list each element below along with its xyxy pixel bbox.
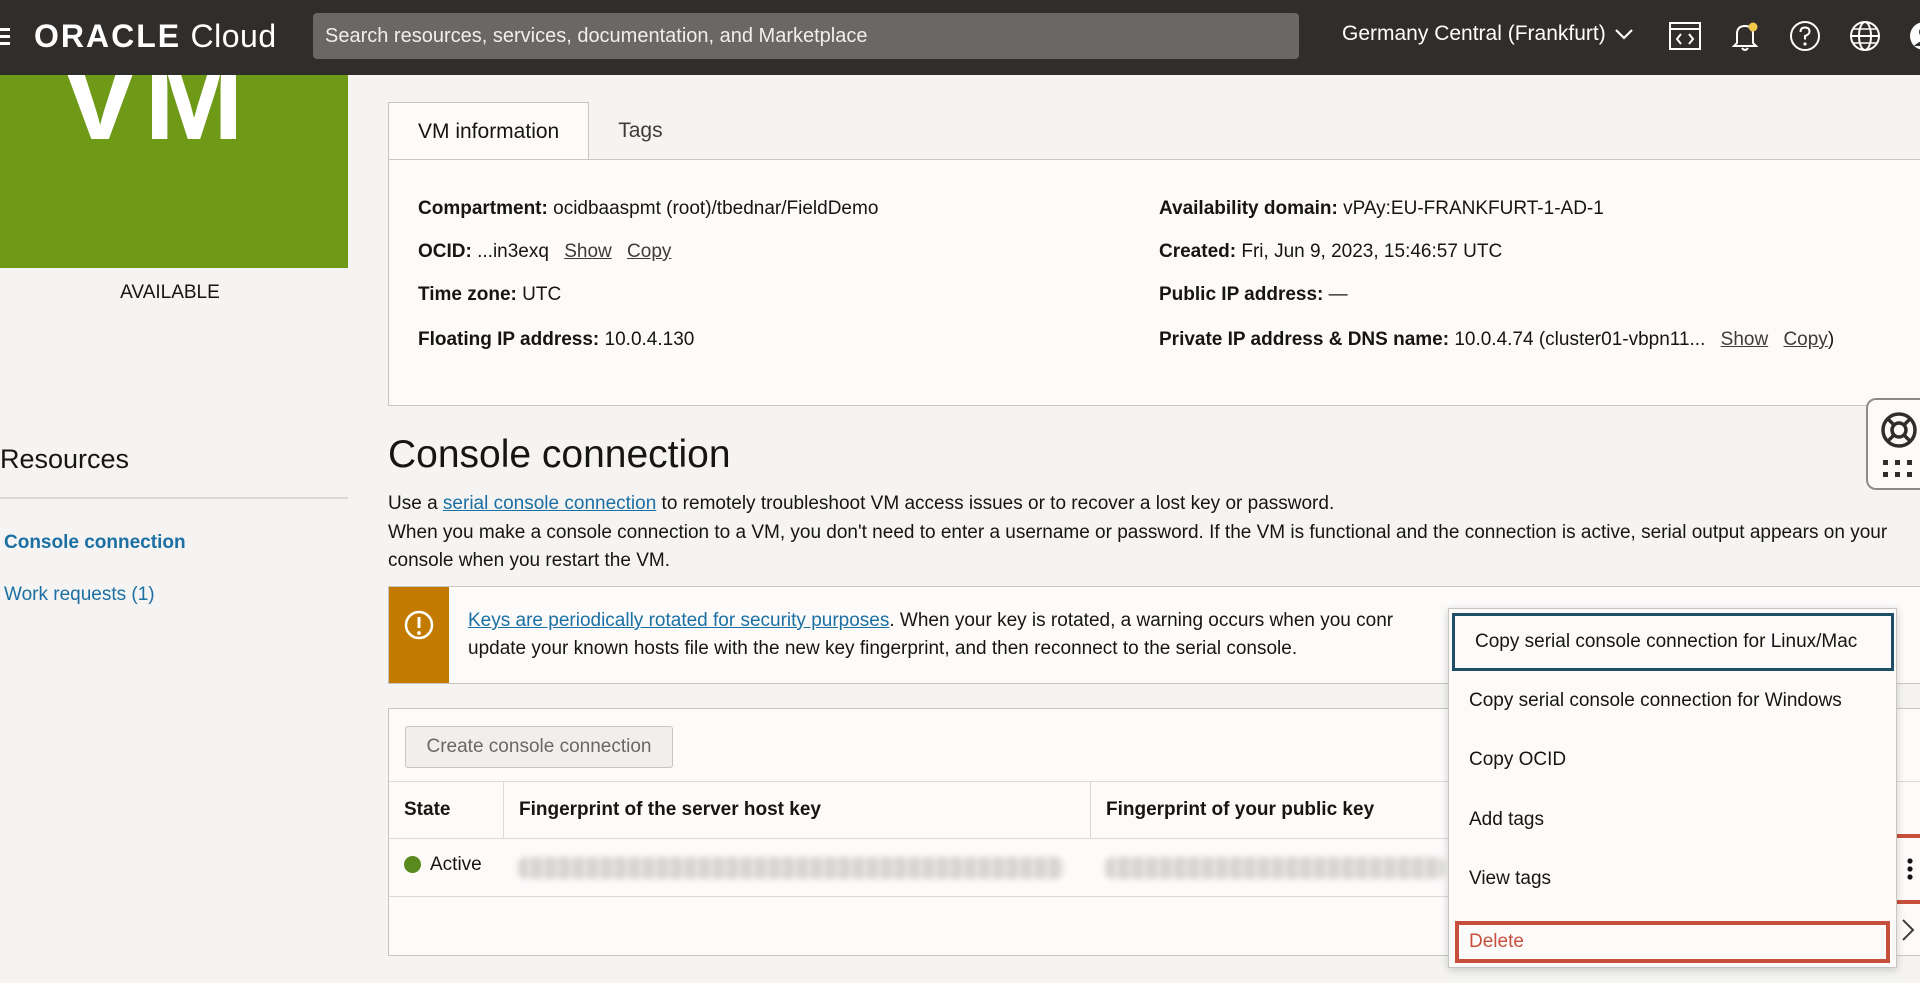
help-support-widget[interactable]	[1866, 398, 1920, 490]
chevron-right-icon[interactable]	[1895, 912, 1920, 948]
code-editor-icon[interactable]	[1667, 18, 1703, 54]
state-cell: Active	[404, 854, 482, 876]
compartment-label: Compartment:	[418, 198, 548, 219]
floating-ip-label: Floating IP address:	[418, 329, 600, 350]
public-ip-value: —	[1328, 284, 1348, 305]
menu-item-copy-windows[interactable]: Copy serial console connection for Windo…	[1449, 672, 1896, 730]
menu-item-copy-ocid[interactable]: Copy OCID	[1449, 731, 1896, 789]
logo-product: Cloud	[190, 18, 277, 54]
menu-item-copy-linux-mac[interactable]: Copy serial console connection for Linux…	[1452, 613, 1894, 671]
tab-tags[interactable]: Tags	[589, 102, 691, 160]
warning-text-line-2: update your known hosts file with the ne…	[468, 638, 1298, 659]
private-ip-copy-link[interactable]: Copy	[1783, 329, 1827, 350]
resource-link-console-connection[interactable]: Console connection	[4, 532, 186, 554]
ocid-value: ...in3exq	[477, 241, 549, 262]
availability-domain-row: Availability domain: vPAy:EU-FRANKFURT-1…	[1159, 198, 1604, 220]
console-detail-text: When you make a console connection to a …	[388, 522, 1888, 571]
vm-badge-text: VM	[60, 75, 248, 165]
chevron-down-icon	[1614, 29, 1633, 40]
serial-console-connection-link[interactable]: serial console connection	[443, 493, 656, 514]
floating-ip-value: 10.0.4.130	[604, 329, 695, 350]
public-ip-label: Public IP address:	[1159, 284, 1324, 305]
created-row: Created: Fri, Jun 9, 2023, 15:46:57 UTC	[1159, 241, 1502, 263]
ocid-row: OCID: ...in3exq Show Copy	[418, 241, 671, 263]
lifebuoy-icon	[1881, 412, 1917, 448]
availability-domain-label: Availability domain:	[1159, 198, 1338, 219]
timezone-row: Time zone: UTC	[418, 284, 561, 306]
availability-domain-value: vPAy:EU-FRANKFURT-1-AD-1	[1343, 198, 1604, 219]
search-input[interactable]	[313, 13, 1299, 59]
compartment-value: ocidbaaspmt (root)/tbednar/FieldDemo	[553, 198, 879, 219]
menu-item-view-tags[interactable]: View tags	[1449, 850, 1896, 908]
create-console-connection-button[interactable]: Create console connection	[405, 726, 673, 768]
private-ip-close-paren: )	[1827, 329, 1835, 350]
private-ip-label: Private IP address & DNS name:	[1159, 329, 1450, 350]
profile-avatar-icon[interactable]	[1904, 18, 1920, 54]
ocid-copy-link[interactable]: Copy	[627, 241, 671, 262]
region-selector[interactable]: Germany Central (Frankfurt)	[1342, 22, 1634, 46]
instance-type-badge: VM	[0, 75, 348, 268]
active-status-dot	[404, 856, 421, 874]
notifications-bell-icon[interactable]	[1727, 18, 1763, 54]
region-label: Germany Central (Frankfurt)	[1342, 22, 1606, 45]
compartment-row: Compartment: ocidbaaspmt (root)/tbednar/…	[418, 198, 878, 220]
top-navigation-bar: ORACLE Cloud Germany Central (Frankfurt)	[0, 0, 1920, 75]
menu-item-delete[interactable]: Delete	[1455, 921, 1890, 963]
public-key-redacted	[1105, 857, 1445, 879]
state-value: Active	[430, 854, 482, 875]
apps-grid-icon	[1883, 460, 1912, 477]
warning-text-line-1: . When your key is rotated, a warning oc…	[889, 610, 1394, 631]
timezone-label: Time zone:	[418, 284, 517, 305]
console-intro-text: Use a serial console connection to remot…	[388, 490, 1920, 518]
created-value: Fri, Jun 9, 2023, 15:46:57 UTC	[1241, 241, 1503, 262]
oracle-cloud-logo[interactable]: ORACLE Cloud	[34, 18, 277, 55]
public-ip-row: Public IP address: —	[1159, 284, 1348, 306]
help-icon[interactable]	[1787, 18, 1823, 54]
key-rotation-link[interactable]: Keys are periodically rotated for securi…	[468, 610, 889, 631]
logo-brand: ORACLE	[34, 18, 182, 54]
warning-exclamation-icon	[404, 610, 434, 640]
resource-link-work-requests[interactable]: Work requests (1)	[4, 584, 155, 606]
ocid-label: OCID:	[418, 241, 472, 262]
intro-suffix: to remotely troubleshoot VM access issue…	[656, 493, 1335, 514]
vm-information-panel: Compartment: ocidbaaspmt (root)/tbednar/…	[388, 159, 1920, 406]
menu-item-add-tags[interactable]: Add tags	[1449, 791, 1896, 849]
timezone-value: UTC	[522, 284, 562, 305]
warning-bar	[389, 587, 449, 683]
intro-prefix: Use a	[388, 493, 443, 514]
kebab-menu-icon	[1907, 858, 1913, 880]
row-actions-menu: Copy serial console connection for Linux…	[1448, 608, 1897, 968]
private-ip-show-link[interactable]: Show	[1721, 329, 1769, 350]
ocid-show-link[interactable]: Show	[564, 241, 612, 262]
floating-ip-row: Floating IP address: 10.0.4.130	[418, 329, 694, 351]
column-header-state[interactable]: State	[389, 782, 503, 838]
tab-vm-information[interactable]: VM information	[388, 102, 590, 160]
instance-state-label: AVAILABLE	[120, 282, 220, 303]
language-globe-icon[interactable]	[1847, 18, 1883, 54]
created-label: Created:	[1159, 241, 1237, 262]
server-host-key-redacted	[518, 857, 1064, 879]
resources-divider	[0, 497, 348, 499]
private-ip-row: Private IP address & DNS name: 10.0.4.74…	[1159, 329, 1834, 351]
details-tabs: VM information Tags	[388, 102, 692, 160]
resources-title: Resources	[0, 444, 130, 474]
console-connection-heading: Console connection	[388, 433, 731, 476]
column-header-server-host-key[interactable]: Fingerprint of the server host key	[503, 782, 1090, 838]
hamburger-menu-icon[interactable]	[0, 28, 12, 46]
private-ip-value: 10.0.4.74 (cluster01-vbpn11...	[1454, 329, 1706, 350]
